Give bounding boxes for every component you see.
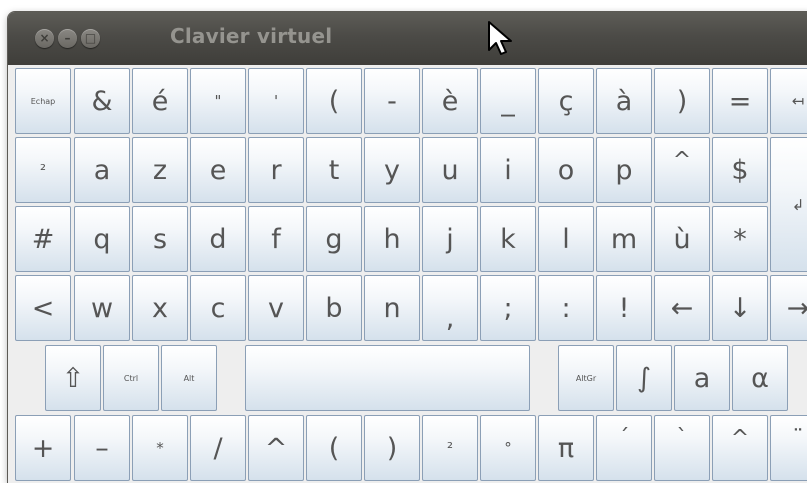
maximize-button[interactable]: □ xyxy=(81,29,100,48)
key-caret[interactable]: ^ xyxy=(248,415,304,481)
key-e[interactable]: e xyxy=(190,137,246,203)
key-arrow-right[interactable]: → xyxy=(770,275,807,341)
key-acute-accent[interactable]: ´ xyxy=(596,415,652,481)
key-space[interactable] xyxy=(245,345,530,411)
key-left-paren-alt[interactable]: ( xyxy=(306,415,362,481)
key-v[interactable]: v xyxy=(248,275,304,341)
key-u-grave[interactable]: ù xyxy=(654,206,710,272)
key-s[interactable]: s xyxy=(132,206,188,272)
key-asterisk-alt[interactable]: * xyxy=(132,415,188,481)
key-arrow-left[interactable]: ← xyxy=(654,275,710,341)
key-left-paren[interactable]: ( xyxy=(306,68,362,134)
key-less-than[interactable]: < xyxy=(15,275,71,341)
key-k[interactable]: k xyxy=(480,206,536,272)
key-alpha[interactable]: α xyxy=(732,345,788,411)
key-slash[interactable]: / xyxy=(190,415,246,481)
key-comma[interactable]: , xyxy=(422,275,478,341)
key-underscore[interactable]: _ xyxy=(480,68,536,134)
key-asterisk[interactable]: * xyxy=(712,206,768,272)
key-m[interactable]: m xyxy=(596,206,652,272)
key-c-cedilla[interactable]: ç xyxy=(538,68,594,134)
key-alt[interactable]: Alt xyxy=(161,345,217,411)
window-title: Clavier virtuel xyxy=(170,24,333,48)
key-plus[interactable]: + xyxy=(15,415,71,481)
key-a[interactable]: a xyxy=(74,137,130,203)
key-u[interactable]: u xyxy=(422,137,478,203)
key-superscript-two-alt[interactable]: ² xyxy=(422,415,478,481)
key-backspace[interactable]: ↤ xyxy=(770,68,807,134)
key-equals[interactable]: = xyxy=(712,68,768,134)
keyboard: Echap & é " ' ( - è _ ç à ) = ↤ ² a z e … xyxy=(8,65,807,483)
key-superscript-two[interactable]: ² xyxy=(15,137,71,203)
key-right-paren[interactable]: ) xyxy=(654,68,710,134)
key-diaeresis[interactable]: ¨ xyxy=(770,415,807,481)
key-y[interactable]: y xyxy=(364,137,420,203)
key-f[interactable]: f xyxy=(248,206,304,272)
mouse-pointer-icon xyxy=(488,21,512,55)
key-q[interactable]: q xyxy=(74,206,130,272)
key-circumflex[interactable]: ^ xyxy=(654,137,710,203)
key-semicolon[interactable]: ; xyxy=(480,275,536,341)
key-hash[interactable]: # xyxy=(15,206,71,272)
key-double-quote[interactable]: " xyxy=(190,68,246,134)
key-e-acute[interactable]: é xyxy=(132,68,188,134)
key-b[interactable]: b xyxy=(306,275,362,341)
key-i[interactable]: i xyxy=(480,137,536,203)
key-grave-accent[interactable]: ` xyxy=(654,415,710,481)
key-t[interactable]: t xyxy=(306,137,362,203)
key-p[interactable]: p xyxy=(596,137,652,203)
key-x[interactable]: x xyxy=(132,275,188,341)
key-apostrophe[interactable]: ' xyxy=(248,68,304,134)
key-l[interactable]: l xyxy=(538,206,594,272)
key-o[interactable]: o xyxy=(538,137,594,203)
key-pi[interactable]: π xyxy=(538,415,594,481)
key-escape[interactable]: Echap xyxy=(15,68,71,134)
key-h[interactable]: h xyxy=(364,206,420,272)
key-ctrl[interactable]: Ctrl xyxy=(103,345,159,411)
key-d[interactable]: d xyxy=(190,206,246,272)
key-w[interactable]: w xyxy=(74,275,130,341)
key-hyphen[interactable]: - xyxy=(364,68,420,134)
key-a-alt[interactable]: a xyxy=(674,345,730,411)
key-integral[interactable]: ∫ xyxy=(616,345,672,411)
key-exclamation[interactable]: ! xyxy=(596,275,652,341)
key-dollar[interactable]: $ xyxy=(712,137,768,203)
key-enter[interactable]: ↲ xyxy=(770,137,807,272)
minimize-button[interactable]: – xyxy=(58,29,77,48)
key-colon[interactable]: : xyxy=(538,275,594,341)
key-a-grave[interactable]: à xyxy=(596,68,652,134)
key-circumflex-alt[interactable]: ^ xyxy=(712,415,768,481)
key-arrow-down[interactable]: ↓ xyxy=(712,275,768,341)
key-right-paren-alt[interactable]: ) xyxy=(364,415,420,481)
key-shift[interactable]: ⇧ xyxy=(45,345,101,411)
key-n[interactable]: n xyxy=(364,275,420,341)
key-c[interactable]: c xyxy=(190,275,246,341)
key-r[interactable]: r xyxy=(248,137,304,203)
key-z[interactable]: z xyxy=(132,137,188,203)
virtual-keyboard-window: × – □ Clavier virtuel Echap & é " ' ( - … xyxy=(8,12,807,483)
key-degree[interactable]: ° xyxy=(480,415,536,481)
key-dash[interactable]: – xyxy=(74,415,130,481)
key-altgr[interactable]: AltGr xyxy=(558,345,614,411)
key-ampersand[interactable]: & xyxy=(74,68,130,134)
key-j[interactable]: j xyxy=(422,206,478,272)
key-e-grave[interactable]: è xyxy=(422,68,478,134)
close-button[interactable]: × xyxy=(35,29,54,48)
key-g[interactable]: g xyxy=(306,206,362,272)
title-bar[interactable]: × – □ Clavier virtuel xyxy=(8,12,807,65)
